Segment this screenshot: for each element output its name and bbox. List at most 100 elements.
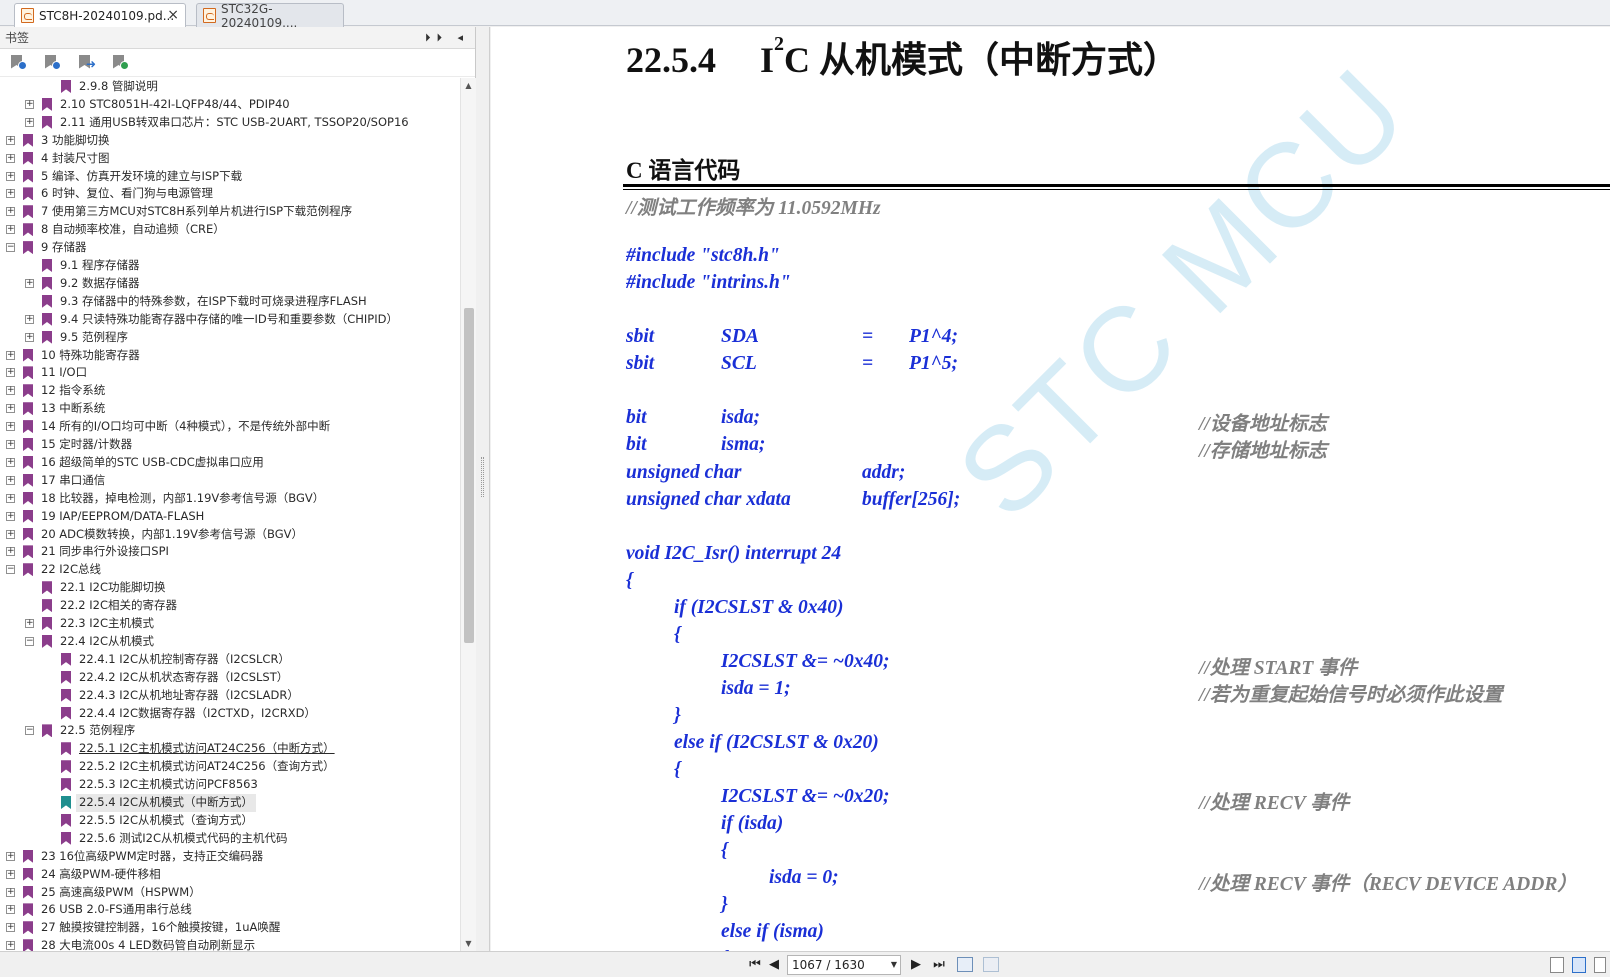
- page-number-field[interactable]: 1067 / 1630 ▼: [787, 955, 901, 975]
- bookmark-item[interactable]: +15 定时器/计数器: [0, 436, 460, 454]
- continuous-view-icon[interactable]: [1572, 957, 1586, 973]
- expand-icon[interactable]: +: [6, 493, 15, 503]
- bookmark-item[interactable]: +18 比较器，掉电检测，内部1.19V参考信号源（BGV）: [0, 490, 460, 508]
- bookmark-goto-icon[interactable]: ➜: [76, 53, 96, 73]
- expand-icon[interactable]: +: [6, 368, 15, 378]
- bookmark-item[interactable]: +21 同步串行外设接口SPI: [0, 543, 460, 561]
- bookmark-item[interactable]: +9.4 只读特殊功能寄存器中存储的唯一ID号和重要参数（CHIPID）: [0, 311, 460, 329]
- bookmark-item[interactable]: +11 I/O口: [0, 364, 460, 382]
- chevron-down-icon[interactable]: ▼: [891, 956, 897, 974]
- panel-header-buttons[interactable]: ⏵⏵ ◂: [425, 27, 469, 49]
- bookmark-item[interactable]: +5 编译、仿真开发环境的建立与ISP下载: [0, 168, 460, 186]
- bookmark-item[interactable]: − 22.5 范例程序: [0, 722, 460, 740]
- bookmark-item[interactable]: − 22 I2C总线: [0, 561, 460, 579]
- expand-icon[interactable]: +: [6, 153, 15, 163]
- expand-icon[interactable]: +: [6, 440, 15, 449]
- bookmark-item[interactable]: +26 USB 2.0-FS通用串行总线: [0, 901, 460, 919]
- expand-icon[interactable]: +: [6, 404, 15, 414]
- bookmark-item[interactable]: 22.5.4 I2C从机模式（中断方式）: [0, 794, 460, 812]
- collapse-icon[interactable]: −: [6, 565, 15, 575]
- collapse-icon[interactable]: −: [25, 636, 34, 646]
- bookmark-item[interactable]: +7 使用第三方MCU对STC8H系列单片机进行ISP下载范例程序: [0, 203, 460, 221]
- expand-icon[interactable]: +: [25, 314, 34, 324]
- bookmark-item[interactable]: − 9 存储器: [0, 239, 460, 257]
- bookmark-item[interactable]: +20 ADC模数转换，内部1.19V参考信号源（BGV）: [0, 526, 460, 544]
- expand-icon[interactable]: +: [6, 386, 15, 396]
- bookmark-find-icon[interactable]: [110, 53, 130, 73]
- bookmark-item[interactable]: +19 IAP/EEPROM/DATA-FLASH: [0, 508, 460, 526]
- bookmark-item[interactable]: +24 高级PWM-硬件移相: [0, 866, 460, 884]
- bookmark-item[interactable]: 2.9.8 管脚说明: [0, 78, 460, 96]
- expand-icon[interactable]: +: [6, 851, 15, 861]
- bookmark-item[interactable]: 9.1 程序存储器: [0, 257, 460, 275]
- first-page-button[interactable]: ⏮: [746, 956, 764, 974]
- expand-icon[interactable]: +: [6, 905, 15, 915]
- bookmark-item[interactable]: +22.3 I2C主机模式: [0, 615, 460, 633]
- expand-icon[interactable]: +: [25, 99, 34, 109]
- bookmark-item[interactable]: +12 指令系统: [0, 382, 460, 400]
- expand-icon[interactable]: +: [6, 207, 15, 217]
- expand-icon[interactable]: +: [6, 225, 15, 235]
- bookmark-item[interactable]: +6 时钟、复位、看门狗与电源管理: [0, 185, 460, 203]
- bookmark-item[interactable]: +25 高速高级PWM（HSPWM）: [0, 884, 460, 902]
- bookmark-item[interactable]: 22.5.5 I2C从机模式（查询方式）: [0, 812, 460, 830]
- bookmark-item[interactable]: +2.11 通用USB转双串口芯片：STC USB-2UART, TSSOP20…: [0, 114, 460, 132]
- expand-icon[interactable]: +: [6, 457, 15, 467]
- expand-icon[interactable]: +: [6, 189, 15, 199]
- bookmark-item[interactable]: +9.5 范例程序: [0, 329, 460, 347]
- expand-icon[interactable]: +: [25, 117, 34, 127]
- expand-icon[interactable]: +: [6, 350, 15, 360]
- bookmark-item[interactable]: 22.4.4 I2C数据寄存器（I2CTXD，I2CRXD）: [0, 705, 460, 723]
- collapse-icon[interactable]: −: [25, 726, 34, 736]
- bookmark-item[interactable]: +8 自动频率校准，自动追频（CRE）: [0, 221, 460, 239]
- bookmark-item[interactable]: 22.5.1 I2C主机模式访问AT24C256（中断方式）: [0, 740, 460, 758]
- prev-page-button[interactable]: ◀: [765, 956, 783, 974]
- bookmark-item[interactable]: 22.5.6 测试I2C从机模式代码的主机代码: [0, 830, 460, 848]
- expand-icon[interactable]: +: [25, 619, 34, 628]
- bookmark-item[interactable]: − 22.4 I2C从机模式: [0, 633, 460, 651]
- next-view-icon[interactable]: [983, 957, 999, 972]
- expand-icon[interactable]: +: [6, 422, 15, 432]
- last-page-button[interactable]: ⏭: [930, 956, 948, 974]
- expand-icon[interactable]: +: [6, 475, 15, 485]
- expand-icon[interactable]: +: [6, 529, 15, 539]
- next-page-button[interactable]: ▶: [907, 956, 925, 974]
- bookmark-item[interactable]: 22.5.2 I2C主机模式访问AT24C256（查询方式）: [0, 758, 460, 776]
- bookmark-item[interactable]: +23 16位高级PWM定时器，支持正交编码器: [0, 848, 460, 866]
- bookmark-item[interactable]: 22.4.2 I2C从机状态寄存器（I2CSLST）: [0, 669, 460, 687]
- facing-view-icon[interactable]: [1594, 957, 1606, 973]
- close-icon[interactable]: ×: [167, 7, 179, 23]
- bookmark-item[interactable]: +2.10 STC8051H-42I-LQFP48/44、PDIP40: [0, 96, 460, 114]
- expand-icon[interactable]: +: [6, 869, 15, 879]
- bookmark-item[interactable]: +9.2 数据存储器: [0, 275, 460, 293]
- expand-icon[interactable]: +: [6, 923, 15, 933]
- tab-stc32g-pdf[interactable]: STC32G-20240109....: [196, 2, 344, 30]
- expand-icon[interactable]: +: [6, 511, 15, 521]
- expand-icon[interactable]: +: [6, 547, 15, 557]
- bookmark-item[interactable]: +10 特殊功能寄存器: [0, 347, 460, 365]
- bookmark-scrollbar[interactable]: ▲ ▼: [460, 78, 476, 951]
- collapse-icon[interactable]: −: [6, 243, 15, 253]
- bookmark-item[interactable]: +13 中断系统: [0, 400, 460, 418]
- bookmark-item[interactable]: +16 超级简单的STC USB-CDC虚拟串口应用: [0, 454, 460, 472]
- bookmark-item[interactable]: 22.1 I2C功能脚切换: [0, 579, 460, 597]
- single-page-view-icon[interactable]: [1550, 957, 1564, 973]
- expand-icon[interactable]: +: [6, 887, 15, 897]
- expand-icon[interactable]: +: [6, 171, 15, 181]
- expand-icon[interactable]: +: [25, 332, 34, 342]
- bookmark-item[interactable]: +27 触摸按键控制器，16个触摸按键，1uA唤醒: [0, 919, 460, 937]
- bookmark-item[interactable]: 22.4.3 I2C从机地址寄存器（I2CSLADR）: [0, 687, 460, 705]
- scrollbar-thumb[interactable]: [464, 308, 474, 643]
- bookmark-item[interactable]: +14 所有的I/O口均可中断（4种模式），不是传统外部中断: [0, 418, 460, 436]
- bookmark-collapse-icon[interactable]: [42, 53, 62, 73]
- scroll-up-icon[interactable]: ▲: [461, 78, 476, 93]
- panel-splitter[interactable]: [476, 27, 490, 951]
- prev-view-icon[interactable]: [957, 957, 973, 972]
- bookmark-expand-icon[interactable]: [8, 53, 28, 73]
- bookmark-item[interactable]: +4 封装尺寸图: [0, 150, 460, 168]
- scroll-down-icon[interactable]: ▼: [461, 936, 476, 951]
- bookmark-item[interactable]: 9.3 存储器中的特殊参数，在ISP下载时可烧录进程序FLASH: [0, 293, 460, 311]
- bookmark-item[interactable]: +17 串口通信: [0, 472, 460, 490]
- tab-stc8h-pdf[interactable]: STC8H-20240109.pd... ×: [14, 3, 186, 27]
- expand-icon[interactable]: +: [6, 941, 15, 951]
